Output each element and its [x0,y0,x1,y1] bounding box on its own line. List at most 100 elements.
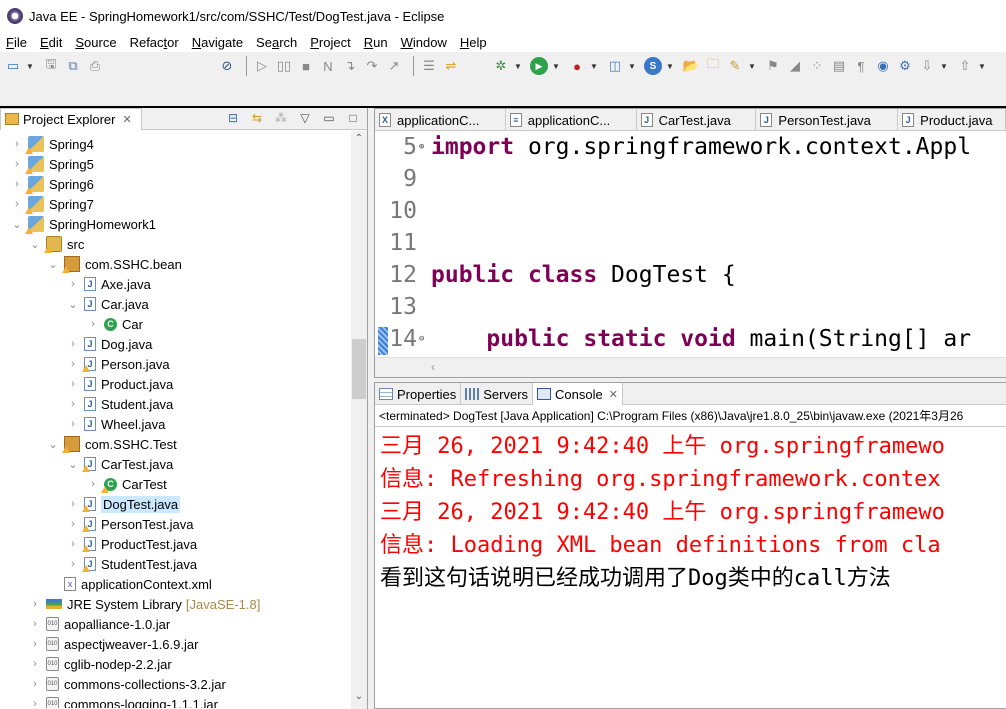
close-icon[interactable]: ✕ [122,113,131,126]
chevron-down-icon[interactable]: ⌄ [28,238,42,251]
editor-horizontal-scrollbar[interactable]: ‹ [375,357,1006,377]
chevron-down-icon[interactable]: ⌄ [46,438,60,451]
tree-item[interactable]: › 010 commons-logging-1.1.1.jar [28,694,218,708]
chevron-down-icon[interactable]: ⌄ [46,258,60,271]
tree-item[interactable]: › J DogTest.java [66,494,181,514]
tab-servers[interactable]: Servers [461,383,534,405]
scrollbar-thumb[interactable] [352,339,366,399]
tree-item[interactable]: › J PersonTest.java [66,514,194,534]
search-icon[interactable]: ✎ [726,57,744,75]
deploy-icon[interactable]: ⚙ [896,57,914,75]
tree-item[interactable]: › Spring4 [10,134,94,154]
tree-item[interactable]: › J Dog.java [66,334,152,354]
menu-run[interactable]: Run [364,35,388,50]
search-dropdown-icon[interactable]: ▼ [748,57,756,75]
chevron-right-icon[interactable]: › [66,518,80,530]
tree-item[interactable]: › JRE System Library [JavaSE-1.8] [28,594,260,614]
step-return-icon[interactable]: ↗ [385,57,403,75]
chevron-down-icon[interactable]: ⌄ [66,458,80,471]
show-source-icon[interactable]: ▤ [830,57,848,75]
tree-item[interactable]: › J Product.java [66,374,173,394]
toggle-mark-occurrences-icon[interactable]: ⚑ [764,57,782,75]
expand-fold-icon[interactable]: ⊕ [419,142,431,152]
new-icon[interactable]: ▭ [4,57,22,75]
tree-item[interactable]: › J Axe.java [66,274,151,294]
tree-item[interactable]: ⌄ SpringHomework1 [10,214,156,234]
chevron-right-icon[interactable]: › [28,618,42,630]
link-with-editor-icon[interactable]: ⇆ [249,110,265,126]
chevron-right-icon[interactable]: › [66,498,80,510]
new-dropdown-icon[interactable]: ▼ [26,57,34,75]
tab-console[interactable]: Console ✕ [533,383,623,405]
view-menu-icon[interactable]: ▽ [297,110,313,126]
new-server-icon[interactable]: ◫ [606,57,624,75]
menu-file[interactable]: File [6,35,27,50]
debug-icon[interactable]: ✲ [492,57,510,75]
scroll-up-icon[interactable]: ⌃ [351,133,367,149]
chevron-down-icon[interactable]: ⌄ [66,298,80,311]
spring-dropdown-icon[interactable]: ▼ [666,57,674,75]
open-task-icon[interactable]: 🗀 [704,56,722,75]
menu-project[interactable]: Project [310,35,350,50]
menu-help[interactable]: Help [460,35,487,50]
previous-annotation-dropdown-icon[interactable]: ▼ [978,57,986,75]
step-into-icon[interactable]: ↴ [341,57,359,75]
menu-edit[interactable]: Edit [40,35,62,50]
menu-source[interactable]: Source [75,35,116,50]
explorer-scrollbar[interactable]: ⌃ ⌄ [351,131,367,709]
toggle-block-selection-icon[interactable]: ◢ [786,57,804,75]
chevron-right-icon[interactable]: › [10,158,24,170]
debug-dropdown-icon[interactable]: ▼ [514,57,522,75]
tree-item[interactable]: ⌄ com.SSHC.Test [46,434,177,454]
collapse-fold-icon[interactable]: ⊖ [419,334,431,344]
chevron-down-icon[interactable]: ⌄ [10,218,24,231]
tree-item[interactable]: › J ProductTest.java [66,534,197,554]
focus-on-active-task-icon[interactable]: ⁂ [273,110,289,126]
chevron-right-icon[interactable]: › [86,318,100,330]
menu-search[interactable]: Search [256,35,297,50]
previous-annotation-icon[interactable]: ⇧ [956,57,974,75]
chevron-right-icon[interactable]: › [66,398,80,410]
run-icon[interactable]: ▶ [530,57,548,75]
minimize-icon[interactable]: ▭ [321,110,337,126]
tree-item[interactable]: › C Car [86,314,143,334]
tree-item[interactable]: › 010 commons-collections-3.2.jar [28,674,226,694]
tree-item[interactable]: › Spring6 [10,174,94,194]
chevron-right-icon[interactable]: › [66,378,80,390]
tree-item[interactable]: › 010 aopalliance-1.0.jar [28,614,170,634]
editor-tab[interactable]: ≡ applicationC... [506,109,637,131]
menu-window[interactable]: Window [401,35,447,50]
chevron-right-icon[interactable]: › [66,338,80,350]
tree-item[interactable]: ⌄ com.SSHC.bean [46,254,182,274]
tree-item[interactable]: ⌄ J Car.java [66,294,148,314]
tree-item[interactable]: ⌄ src [28,234,84,254]
menu-navigate[interactable]: Navigate [192,35,243,50]
next-annotation-icon[interactable]: ⇩ [918,57,936,75]
disconnect-icon[interactable]: N [319,57,337,75]
scroll-left-icon[interactable]: ‹ [431,360,435,374]
print-icon[interactable]: ⎙ [86,57,104,75]
open-type-icon[interactable]: 📂 [682,57,700,75]
chevron-right-icon[interactable]: › [10,198,24,210]
run-external-tools-icon[interactable]: ● [568,57,586,75]
tree-item[interactable]: › J Wheel.java [66,414,165,434]
tree-item[interactable]: › J StudentTest.java [66,554,197,574]
tree-item[interactable]: › 010 aspectjweaver-1.6.9.jar [28,634,198,654]
editor-tab[interactable]: XapplicationC... [375,109,506,131]
show-whitespace-icon[interactable]: ⁘ [808,57,826,75]
chevron-right-icon[interactable]: › [66,358,80,370]
chevron-right-icon[interactable]: › [10,138,24,150]
menu-refactor[interactable]: Refactor [130,35,179,50]
terminate-icon[interactable]: ■ [297,57,315,75]
code-area[interactable]: 5 ⊕ import org.springframework.context.App… [375,131,1006,357]
tree-item[interactable]: x applicationContext.xml [46,574,212,594]
use-step-filters-icon[interactable]: ⇌ [442,57,460,75]
next-annotation-dropdown-icon[interactable]: ▼ [940,57,948,75]
chevron-right-icon[interactable]: › [86,478,100,490]
resume-icon[interactable]: ▷ [253,57,271,75]
drop-to-frame-icon[interactable]: ☰ [420,57,438,75]
skip-breakpoints-icon[interactable]: ⊘ [218,57,236,75]
tab-properties[interactable]: Properties [375,383,462,405]
chevron-right-icon[interactable]: › [28,658,42,670]
tree-item[interactable]: › J Person.java [66,354,170,374]
